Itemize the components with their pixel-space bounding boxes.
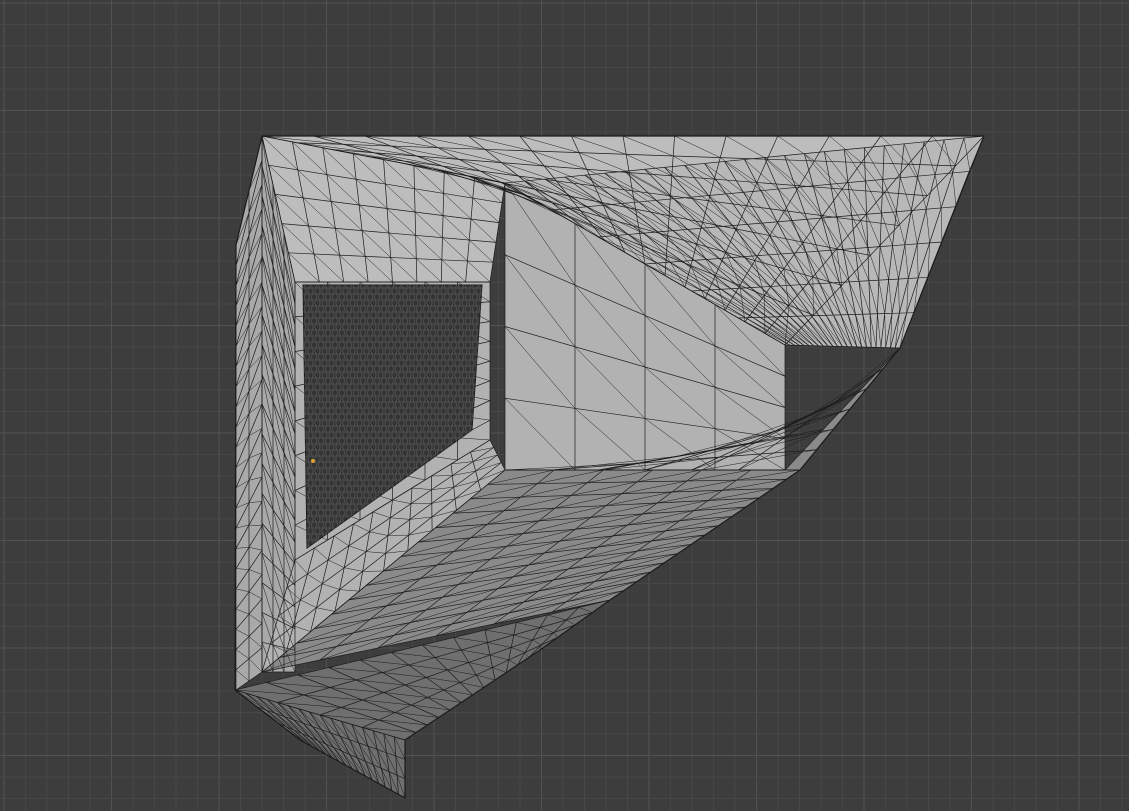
mesh-edge	[834, 347, 901, 403]
3d-viewport[interactable]	[0, 0, 1129, 811]
viewport-canvas[interactable]	[0, 0, 1129, 811]
mesh-edge	[781, 388, 867, 430]
object-origin-dot	[311, 459, 315, 463]
wireframe-mesh-object[interactable]	[234, 135, 985, 800]
